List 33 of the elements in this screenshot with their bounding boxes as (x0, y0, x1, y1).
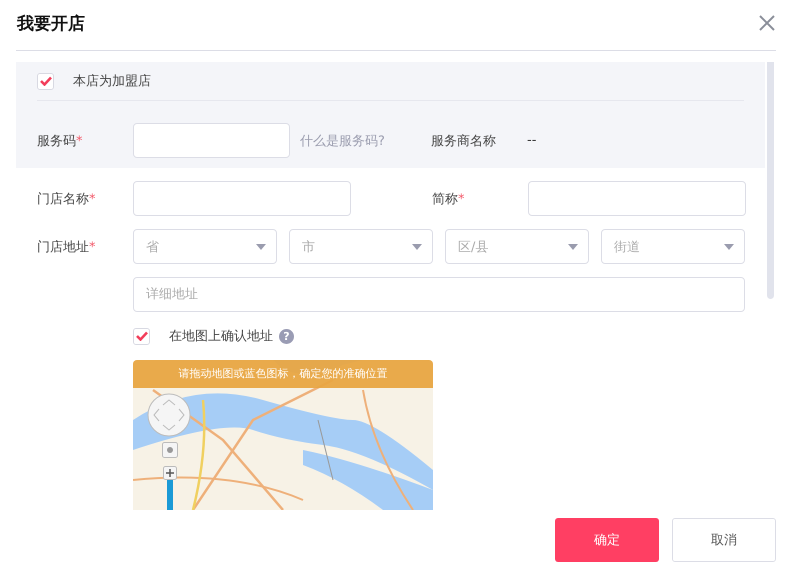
dialog-title: 我要开店 (17, 12, 85, 34)
checkbox-label: 在地图上确认地址 (169, 328, 273, 345)
zoom-control-icon[interactable] (163, 466, 177, 510)
caret-icon (724, 244, 734, 250)
close-icon[interactable] (758, 14, 776, 32)
map-banner: 请拖动地图或蓝色图标，确定您的准确位置 (133, 360, 433, 388)
caret-icon (412, 244, 422, 250)
checkbox[interactable] (133, 328, 150, 344)
pan-control-icon[interactable] (147, 393, 191, 437)
input-field[interactable] (528, 181, 746, 216)
input-field[interactable] (133, 181, 351, 216)
select-field[interactable]: 区/县 (445, 229, 589, 264)
field-label: 服务商名称 (431, 132, 497, 150)
select-field[interactable]: 市 (289, 229, 433, 264)
caret-icon (256, 244, 266, 250)
select-field[interactable]: 省 (133, 229, 277, 264)
help-link[interactable]: 什么是服务码? (300, 132, 431, 150)
caret-icon (568, 244, 578, 250)
input-field[interactable]: 详细地址 (133, 277, 745, 312)
field-label: 简称* (432, 190, 466, 208)
field-value: -- (527, 133, 536, 148)
field-label: 门店名称* (37, 190, 96, 208)
checkbox[interactable] (37, 72, 54, 90)
input-field[interactable] (133, 123, 290, 158)
field-label: 门店地址* (37, 238, 96, 256)
confirm-button[interactable]: 确定 (555, 518, 659, 562)
help-icon[interactable]: ? (279, 328, 294, 344)
select-field[interactable]: 街道 (601, 229, 745, 264)
field-label: 服务码* (37, 132, 84, 150)
cancel-button[interactable]: 取消 (672, 518, 776, 562)
scrollbar[interactable] (767, 62, 774, 299)
locate-icon[interactable] (162, 442, 178, 458)
checkbox-label: 本店为加盟店 (73, 73, 151, 90)
